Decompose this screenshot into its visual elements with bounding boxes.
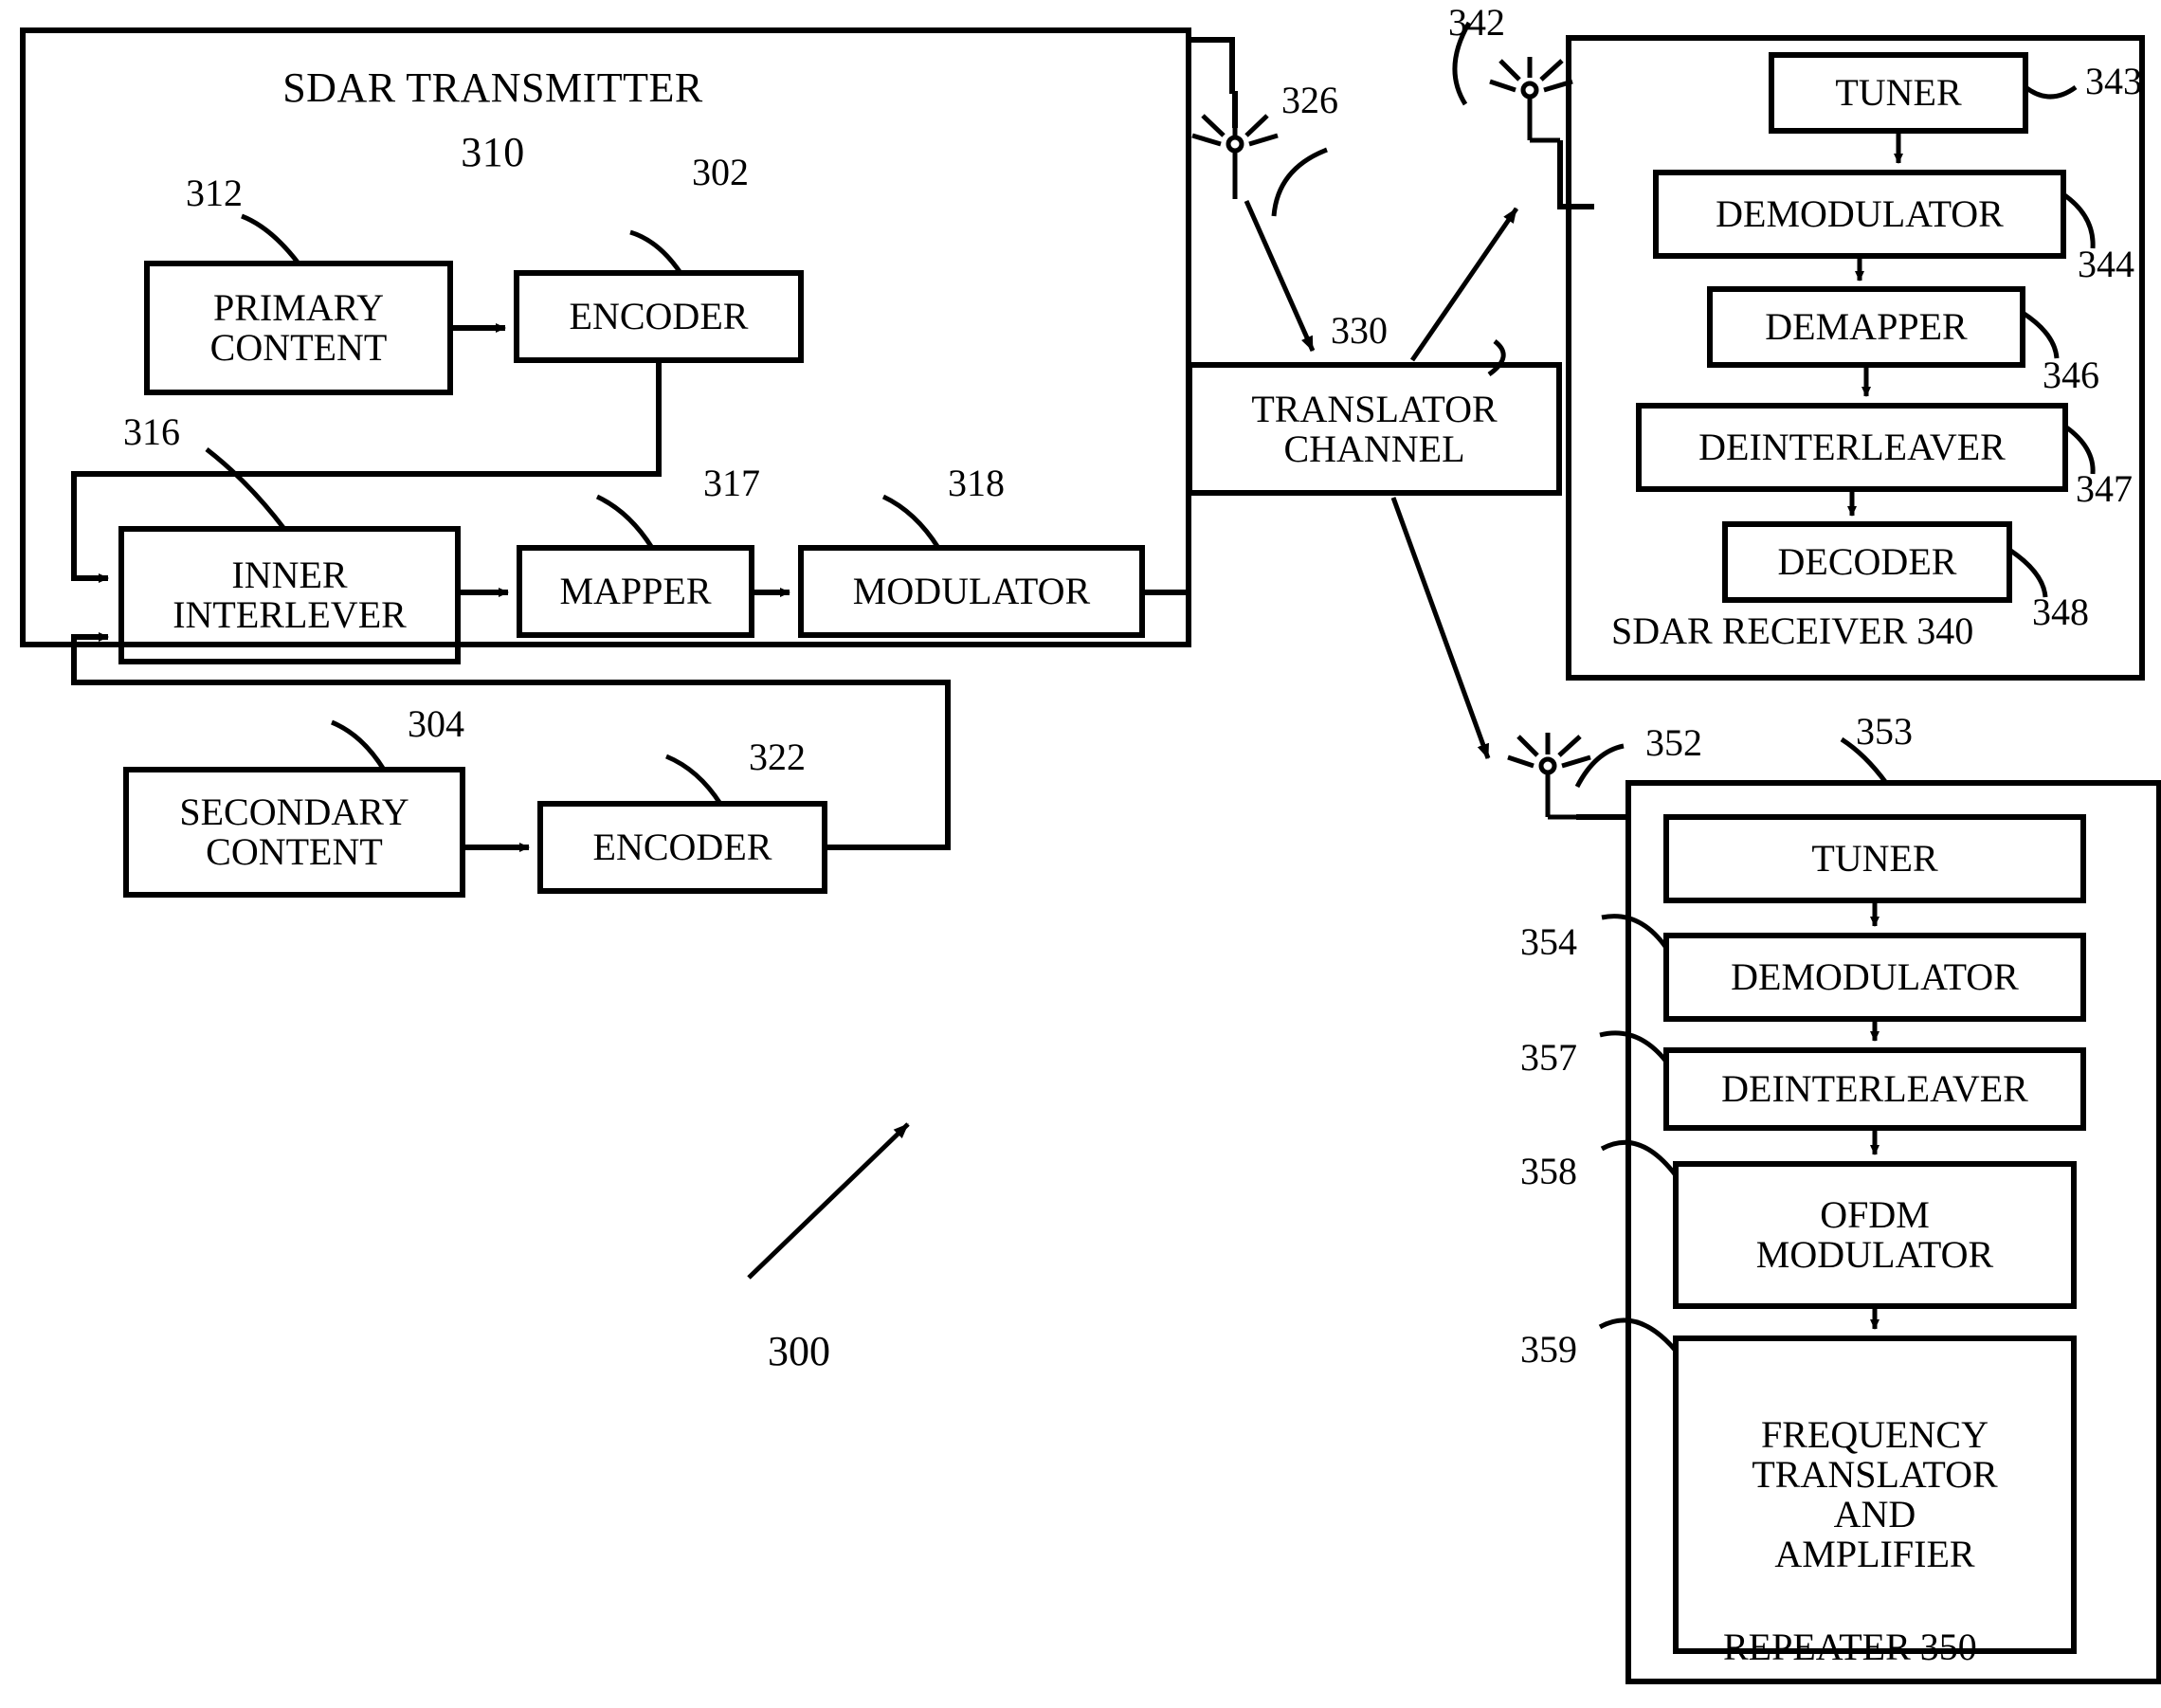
figure-reference-300: 300 [768, 1328, 830, 1374]
antenna-326 [1191, 112, 1279, 199]
ref-346: 346 [2043, 354, 2099, 396]
transmitter-title: SDAR TRANSMITTER [282, 64, 703, 111]
receiver-demodulator-label: DEMODULATOR [1716, 192, 2004, 235]
ref-348: 348 [2032, 591, 2089, 633]
secondary-encoder-label: ENCODER [592, 826, 772, 868]
ref-359: 359 [1520, 1328, 1577, 1371]
ref-343: 343 [2085, 60, 2142, 102]
ref-354: 354 [1520, 920, 1577, 963]
receiver-title: SDAR RECEIVER 340 [1611, 609, 1974, 652]
modulator-label: MODULATOR [852, 570, 1091, 612]
ref-322: 322 [749, 736, 806, 778]
ref-347: 347 [2076, 467, 2133, 510]
primary-encoder-label: ENCODER [569, 295, 749, 337]
ref-318: 318 [948, 462, 1005, 504]
mapper-label: MAPPER [559, 570, 712, 612]
ref-352: 352 [1645, 721, 1702, 764]
antenna-342 [1489, 57, 1573, 143]
repeater-demodulator-label: DEMODULATOR [1731, 955, 2019, 998]
ref-358: 358 [1520, 1150, 1577, 1192]
inner-interlever-label: INNER INTERLEVER [173, 554, 407, 636]
antenna-352 [1507, 733, 1591, 820]
repeater-deinterleaver-label: DEINTERLEAVER [1721, 1067, 2028, 1110]
translator-channel-label: TRANSLATOR CHANNEL [1251, 387, 1498, 470]
ref-317: 317 [703, 462, 760, 504]
repeater-title: REPEATER 350 [1723, 1626, 1977, 1668]
ref-353: 353 [1856, 710, 1913, 753]
ref-344: 344 [2078, 243, 2134, 285]
receiver-decoder-label: DECODER [1777, 540, 1957, 583]
ref-312: 312 [186, 172, 243, 214]
receiver-deinterleaver-label: DEINTERLEAVER [1698, 426, 2006, 468]
ref-302: 302 [692, 151, 749, 193]
ref-330: 330 [1331, 309, 1388, 352]
ref-342: 342 [1448, 1, 1505, 44]
figure-canvas: SDAR TRANSMITTER 310 PRIMARY CONTENT 302… [0, 0, 2161, 1708]
repeater-ofdm-modulator-label: OFDM MODULATOR [1755, 1193, 1994, 1276]
repeater-frequency-translator-label: FREQUENCY TRANSLATOR AND AMPLIFIER [1752, 1413, 1998, 1575]
primary-content-label: PRIMARY CONTENT [209, 286, 388, 369]
ref-316: 316 [123, 410, 180, 453]
ref-326: 326 [1281, 79, 1338, 121]
receiver-tuner-label: TUNER [1835, 71, 1962, 114]
receiver-demapper-label: DEMAPPER [1765, 305, 1968, 348]
secondary-content-label: SECONDARY CONTENT [179, 790, 409, 873]
ref-357: 357 [1520, 1036, 1577, 1079]
ref-304: 304 [408, 702, 464, 745]
repeater-tuner-label: TUNER [1811, 837, 1938, 880]
